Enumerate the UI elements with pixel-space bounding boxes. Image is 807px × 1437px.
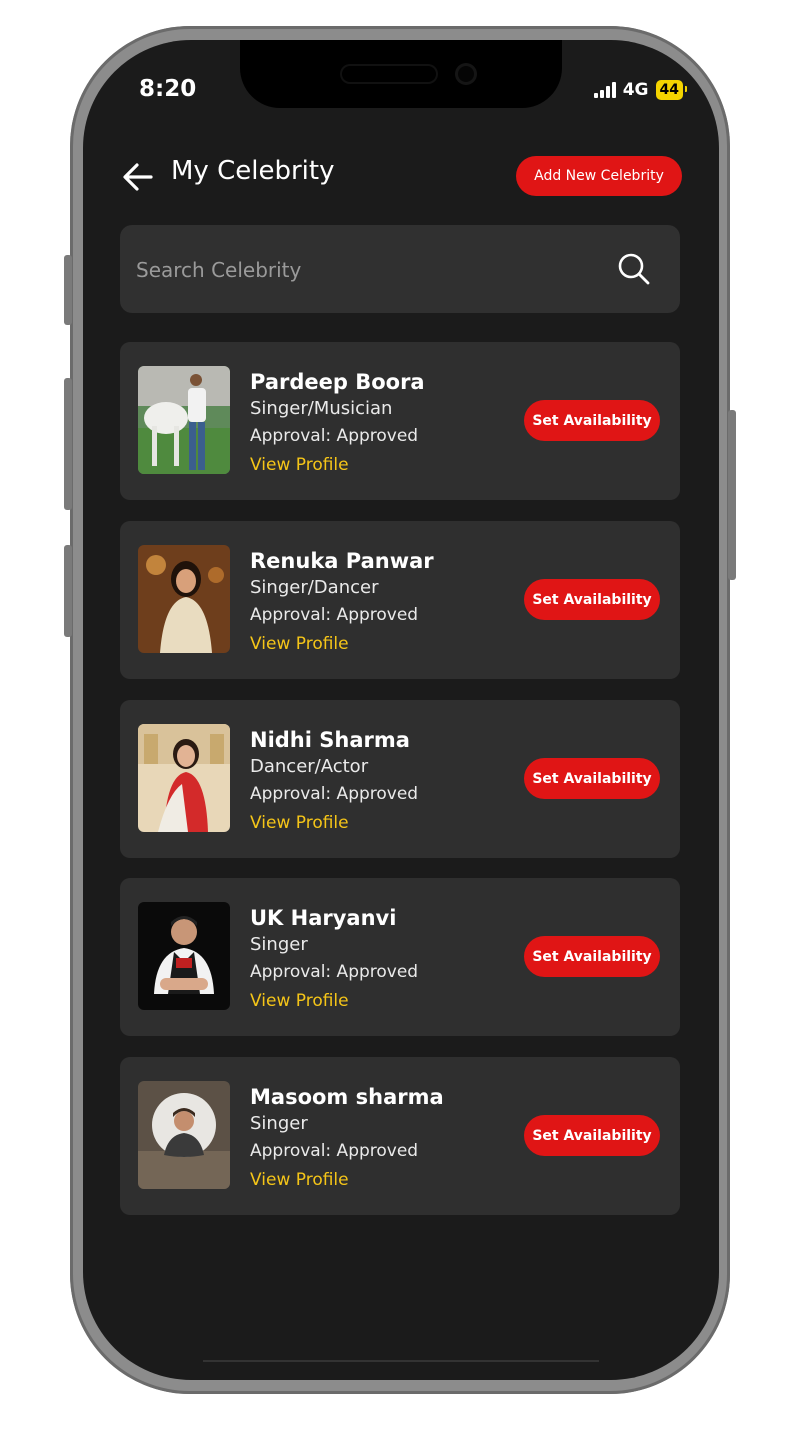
celebrity-photo <box>138 724 230 832</box>
search-icon[interactable] <box>616 251 652 287</box>
celebrity-name: Masoom sharma <box>250 1085 444 1109</box>
celebrity-photo <box>138 902 230 1010</box>
status-time: 8:20 <box>139 76 197 102</box>
battery-icon: 44 <box>655 80 688 100</box>
notch <box>240 40 562 108</box>
view-profile-link[interactable]: View Profile <box>250 991 349 1011</box>
view-profile-link[interactable]: View Profile <box>250 634 349 654</box>
set-availability-button[interactable]: Set Availability <box>524 400 660 441</box>
side-button <box>64 255 72 325</box>
back-arrow-icon[interactable] <box>121 160 155 194</box>
celebrity-photo <box>138 545 230 653</box>
celebrity-card: Renuka Panwar Singer/Dancer Approval: Ap… <box>120 521 680 679</box>
celebrity-role: Singer <box>250 1113 308 1134</box>
home-indicator <box>203 1360 599 1362</box>
celebrity-name: Pardeep Boora <box>250 370 425 394</box>
celebrity-role: Singer <box>250 934 308 955</box>
approval-status: Approval: Approved <box>250 605 419 625</box>
celebrity-photo <box>138 1081 230 1189</box>
approval-status: Approval: Approved <box>250 1141 419 1161</box>
set-availability-button[interactable]: Set Availability <box>524 1115 660 1156</box>
side-button <box>64 545 72 637</box>
app-screen: 8:20 4G 44 My Celebrity Add New Celebrit… <box>83 40 719 1380</box>
set-availability-button[interactable]: Set Availability <box>524 758 660 799</box>
view-profile-link[interactable]: View Profile <box>250 813 349 833</box>
speaker <box>342 66 436 82</box>
signal-icon <box>593 82 616 98</box>
status-indicators: 4G 44 <box>593 80 688 100</box>
approval-status: Approval: Approved <box>250 784 419 804</box>
side-button <box>728 410 736 580</box>
celebrity-card: Nidhi Sharma Dancer/Actor Approval: Appr… <box>120 700 680 858</box>
view-profile-link[interactable]: View Profile <box>250 1170 349 1190</box>
search-bar <box>120 225 680 313</box>
add-celebrity-button[interactable]: Add New Celebrity <box>516 156 682 196</box>
approval-status: Approval: Approved <box>250 962 419 982</box>
celebrity-card: Masoom sharma Singer Approval: Approved … <box>120 1057 680 1215</box>
set-availability-button[interactable]: Set Availability <box>524 936 660 977</box>
search-input[interactable] <box>134 249 578 291</box>
celebrity-photo <box>138 366 230 474</box>
celebrity-name: Nidhi Sharma <box>250 728 410 752</box>
celebrity-role: Singer/Dancer <box>250 577 379 598</box>
approval-status: Approval: Approved <box>250 426 419 446</box>
celebrity-role: Dancer/Actor <box>250 756 369 777</box>
page-title: My Celebrity <box>171 156 335 186</box>
celebrity-name: UK Haryanvi <box>250 906 397 930</box>
network-label: 4G <box>622 80 649 100</box>
celebrity-card: UK Haryanvi Singer Approval: Approved Vi… <box>120 878 680 1036</box>
celebrity-name: Renuka Panwar <box>250 549 434 573</box>
celebrity-card: Pardeep Boora Singer/Musician Approval: … <box>120 342 680 500</box>
side-button <box>64 378 72 510</box>
front-camera <box>458 66 474 82</box>
celebrity-role: Singer/Musician <box>250 398 393 419</box>
view-profile-link[interactable]: View Profile <box>250 455 349 475</box>
set-availability-button[interactable]: Set Availability <box>524 579 660 620</box>
